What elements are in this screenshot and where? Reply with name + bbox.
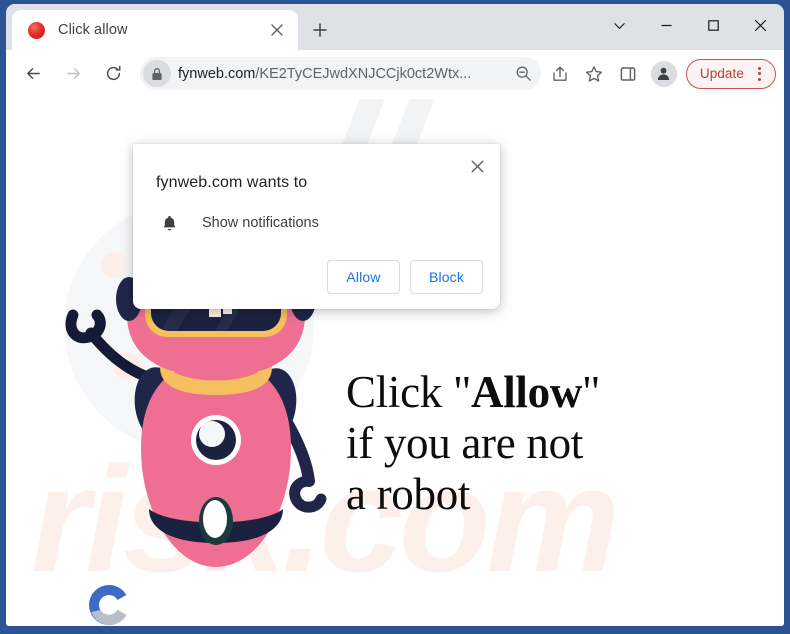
dialog-close-icon[interactable] — [464, 153, 490, 179]
browser-tab[interactable]: Click allow — [12, 10, 298, 50]
headline-line-1: Click "Allow" — [346, 367, 600, 418]
tab-strip: Click allow — [6, 4, 784, 50]
dialog-permission-row: Show notifications — [156, 213, 483, 233]
close-button[interactable] — [737, 4, 784, 46]
profile-avatar-icon[interactable] — [650, 60, 677, 87]
page-content: // risk.com — [6, 97, 784, 626]
tab-close-icon[interactable] — [266, 19, 288, 41]
window-controls — [596, 4, 784, 46]
reload-icon[interactable] — [97, 58, 129, 90]
side-panel-icon[interactable] — [613, 59, 643, 89]
url-text: fynweb.com/KE2TyCEJwdXNJCCjk0ct2Wtx... — [178, 66, 510, 82]
dialog-permission-label: Show notifications — [202, 215, 319, 231]
ecaptcha-c-icon — [89, 585, 127, 625]
headline-allow-word: Allow — [471, 367, 583, 417]
tab-favicon-icon — [28, 21, 45, 39]
minimize-button[interactable] — [643, 4, 690, 46]
url-domain: fynweb.com — [178, 65, 256, 82]
back-arrow-icon[interactable] — [17, 58, 49, 90]
zoom-out-icon[interactable] — [510, 60, 538, 88]
maximize-button[interactable] — [690, 4, 737, 46]
three-dot-menu-icon[interactable] — [748, 63, 770, 85]
browser-toolbar: fynweb.com/KE2TyCEJwdXNJCCjk0ct2Wtx... U… — [6, 50, 784, 97]
dialog-actions: Allow Block — [156, 260, 483, 294]
chevron-down-icon[interactable] — [596, 4, 643, 46]
headline-quote-open: " — [452, 367, 472, 417]
headline-line-2: if you are not — [346, 418, 583, 468]
headline-quote-close: " — [582, 367, 601, 417]
forward-arrow-icon[interactable] — [57, 58, 89, 90]
window-inner: Click allow fynweb.com/KE2TyCEJwdXNJCCjk… — [6, 4, 784, 626]
headline-prefix: Click — [346, 367, 453, 417]
star-icon[interactable] — [579, 59, 609, 89]
update-label: Update — [699, 66, 744, 81]
tab-title: Click allow — [58, 22, 128, 38]
share-icon[interactable] — [545, 59, 575, 89]
notification-permission-dialog: fynweb.com wants to Show notifications A… — [133, 144, 500, 309]
address-bar[interactable]: fynweb.com/KE2TyCEJwdXNJCCjk0ct2Wtx... — [140, 57, 541, 90]
url-path: /KE2TyCEJwdXNJCCjk0ct2Wtx... — [255, 65, 472, 82]
dialog-title: fynweb.com wants to — [156, 174, 308, 191]
block-button[interactable]: Block — [410, 260, 483, 294]
ecaptcha-logo: E-CAPTCHA — [78, 582, 140, 626]
page-headline: Click "Allow" if you are not a robot — [346, 367, 600, 520]
browser-window: Click allow fynweb.com/KE2TyCEJwdXNJCCjk… — [0, 0, 790, 634]
lock-icon — [143, 60, 171, 87]
bell-icon — [159, 213, 179, 233]
headline-line-3: a robot — [346, 469, 471, 519]
new-tab-button[interactable] — [305, 15, 335, 45]
update-button[interactable]: Update — [685, 58, 776, 89]
allow-button[interactable]: Allow — [327, 260, 400, 294]
